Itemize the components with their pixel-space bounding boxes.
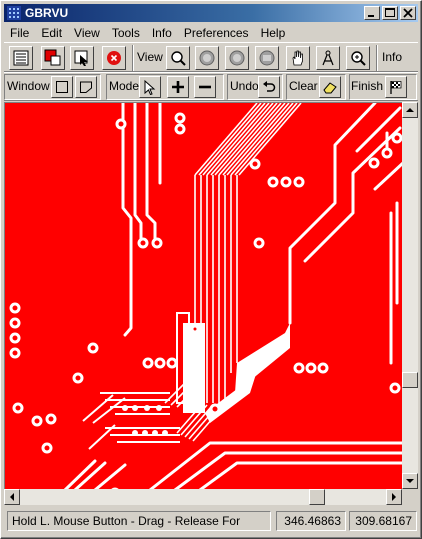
minimize-icon (368, 15, 374, 17)
menu-edit[interactable]: Edit (35, 24, 68, 42)
select-icon (74, 50, 88, 66)
layers-icon (13, 50, 29, 66)
undo-label: Undo (230, 79, 259, 93)
horizontal-scroll-thumb[interactable] (309, 489, 325, 505)
zoom-in-button[interactable] (195, 46, 219, 70)
measure-button[interactable] (316, 46, 340, 70)
menu-bar: File Edit View Tools Info Preferences He… (4, 23, 418, 42)
compass-icon (322, 50, 334, 66)
minus-icon (199, 85, 211, 89)
mode-label: Mode (109, 79, 140, 93)
color-button[interactable] (41, 46, 65, 70)
close-icon (403, 8, 413, 18)
close-button[interactable] (400, 6, 416, 20)
eraser-icon (323, 82, 337, 94)
color-icon (44, 49, 61, 66)
app-icon (7, 6, 21, 20)
stop-button[interactable] (102, 46, 126, 70)
menu-view[interactable]: View (68, 24, 106, 42)
select-button[interactable] (70, 46, 94, 70)
arrow-down-icon (406, 479, 414, 483)
maximize-icon (385, 8, 395, 17)
app-window: GBRVU File Edit View Tools Info Preferen… (0, 0, 422, 539)
zoom-out-button[interactable] (225, 46, 249, 70)
scroll-left-button[interactable] (4, 489, 20, 505)
menu-preferences[interactable]: Preferences (178, 24, 255, 42)
status-bar: Hold L. Mouse Button - Drag - Release Fo… (4, 508, 418, 534)
window-rect-button[interactable] (51, 76, 73, 98)
x-coordinate: 346.46863 (276, 511, 346, 531)
y-coordinate: 309.68167 (349, 511, 417, 531)
view-label: View (137, 50, 163, 64)
pan-button[interactable] (286, 46, 310, 70)
finish-label: Finish (351, 79, 384, 93)
zoom-window-button[interactable] (346, 46, 370, 70)
zoom-window-icon (351, 51, 366, 66)
scrollbar-corner (402, 489, 418, 505)
hand-icon (292, 50, 303, 66)
arrow-up-icon (406, 108, 414, 112)
polygon-icon (80, 81, 92, 93)
scroll-right-button[interactable] (386, 489, 402, 505)
scroll-up-button[interactable] (402, 102, 418, 118)
info-label: Info (382, 50, 403, 64)
vertical-scrollbar[interactable] (402, 102, 418, 489)
minimize-button[interactable] (364, 6, 380, 20)
window-title: GBRVU (25, 6, 69, 20)
menu-help[interactable]: Help (255, 24, 292, 42)
clear-label: Clear (289, 79, 318, 93)
zoom-fit-icon (259, 50, 275, 66)
mode-select-button[interactable] (139, 76, 161, 98)
edit-toolbar: Window Mode Undo Clear Finish (4, 72, 418, 101)
magnifier-icon (171, 51, 186, 66)
menu-tools[interactable]: Tools (106, 24, 146, 42)
checkered-flag-icon (390, 81, 402, 94)
cursor-arrow-icon (144, 79, 156, 95)
arrow-left-icon (10, 493, 14, 501)
undo-button[interactable] (258, 76, 280, 98)
scroll-down-button[interactable] (402, 473, 418, 489)
finish-button[interactable] (385, 76, 407, 98)
menu-file[interactable]: File (4, 24, 35, 42)
zoom-in-icon (199, 50, 215, 66)
zoom-out-icon (229, 50, 245, 66)
title-bar[interactable]: GBRVU (4, 4, 418, 22)
plus-icon (172, 81, 184, 93)
main-toolbar: View Info (4, 42, 418, 72)
mode-add-button[interactable] (167, 76, 189, 98)
window-label: Window (7, 79, 50, 93)
clear-button[interactable] (319, 76, 341, 98)
status-message: Hold L. Mouse Button - Drag - Release Fo… (7, 511, 271, 531)
pcb-artwork (9, 103, 402, 489)
zoom-button[interactable] (166, 46, 190, 70)
vertical-scroll-thumb[interactable] (402, 372, 418, 388)
menu-info[interactable]: Info (146, 24, 178, 42)
rectangle-icon (56, 81, 68, 93)
maximize-button[interactable] (382, 6, 398, 20)
arrow-right-icon (392, 493, 396, 501)
window-poly-button[interactable] (75, 76, 97, 98)
drawing-canvas[interactable] (4, 102, 402, 489)
layers-button[interactable] (9, 46, 33, 70)
zoom-fit-button[interactable] (255, 46, 279, 70)
undo-icon (263, 81, 276, 92)
stop-icon (107, 51, 121, 65)
horizontal-scrollbar[interactable] (4, 489, 402, 505)
mode-subtract-button[interactable] (194, 76, 216, 98)
